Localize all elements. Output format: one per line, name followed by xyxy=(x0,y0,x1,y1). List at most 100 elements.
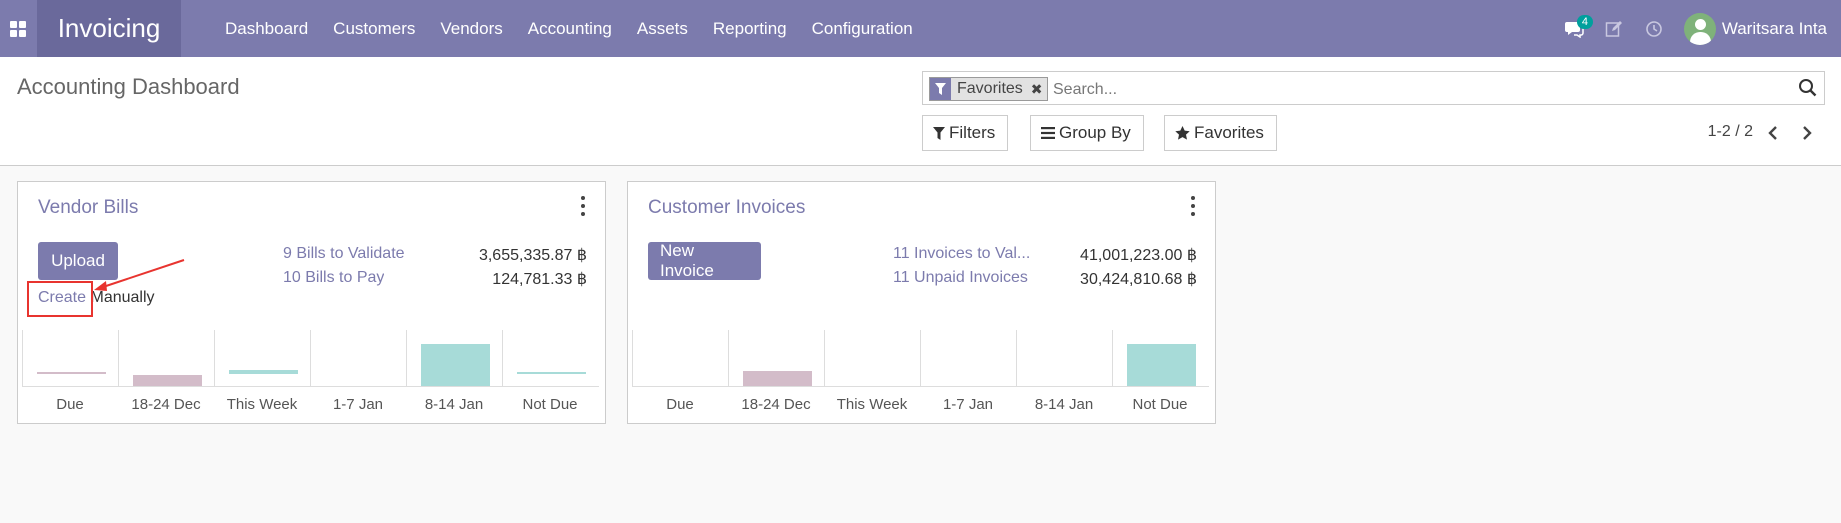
top-navbar: Invoicing Dashboard Customers Vendors Ac… xyxy=(0,0,1841,57)
chart-tick-label: This Week xyxy=(836,396,908,413)
chart-column[interactable]: 8-14 Jan xyxy=(406,330,502,420)
chart-column[interactable]: 8-14 Jan xyxy=(1016,330,1112,420)
chart-column[interactable]: Due xyxy=(632,330,728,420)
search-facet: Favorites ✖ xyxy=(929,77,1048,101)
filters-label: Filters xyxy=(949,123,996,142)
messages-count-badge: 4 xyxy=(1576,15,1593,29)
vendor-bills-card: Vendor Bills Upload Create Manually 9 Bi… xyxy=(17,181,606,424)
card-menu-icon[interactable] xyxy=(579,196,587,216)
customer-invoices-card: Customer Invoices New Invoice 11 Invoice… xyxy=(627,181,1216,424)
chart-tick-label: 18-24 Dec xyxy=(741,396,811,413)
card-title[interactable]: Customer Invoices xyxy=(648,197,805,219)
annotation-arrow xyxy=(94,259,185,291)
unpaid-invoices-amount: 30,424,810.68 ฿ xyxy=(1080,271,1197,288)
filter-icon xyxy=(930,78,951,100)
search-bar: Favorites ✖ xyxy=(922,71,1825,105)
clock-icon[interactable] xyxy=(1634,0,1674,57)
bills-to-validate-link[interactable]: 9 Bills to Validate xyxy=(283,245,405,263)
menu-item-reporting[interactable]: Reporting xyxy=(713,19,787,39)
card-menu-icon[interactable] xyxy=(1189,196,1197,216)
chart-bar[interactable] xyxy=(37,372,106,374)
chart-column[interactable]: 18-24 Dec xyxy=(118,330,214,420)
filters-button[interactable]: Filters xyxy=(922,115,1009,151)
chart-column[interactable]: Not Due xyxy=(1112,330,1208,420)
chart-gridline xyxy=(22,330,23,386)
menu-item-configuration[interactable]: Configuration xyxy=(812,19,913,39)
chart-tick-label: Not Due xyxy=(522,396,578,413)
facet-label: Favorites xyxy=(957,80,1023,97)
card-title[interactable]: Vendor Bills xyxy=(38,197,138,219)
chart-column[interactable]: 1-7 Jan xyxy=(310,330,406,420)
apps-menu-icon[interactable] xyxy=(0,0,36,57)
favorites-button[interactable]: Favorites xyxy=(1164,115,1277,151)
chart-column[interactable]: This Week xyxy=(824,330,920,420)
chart-bar[interactable] xyxy=(229,370,298,374)
group-by-button[interactable]: Group By xyxy=(1030,115,1144,151)
chart-bar[interactable] xyxy=(421,344,490,386)
app-brand[interactable]: Invoicing xyxy=(37,0,181,57)
bills-to-validate-amount: 3,655,335.87 ฿ xyxy=(478,247,587,264)
chart-gridline xyxy=(406,330,407,386)
chart-gridline xyxy=(824,330,825,386)
main-menu: Dashboard Customers Vendors Accounting A… xyxy=(225,0,938,57)
chart-tick-label: 1-7 Jan xyxy=(332,396,384,413)
chart-tick-label: Due xyxy=(666,396,694,413)
chart-bar[interactable] xyxy=(743,371,812,386)
pager-previous-icon[interactable] xyxy=(1761,121,1785,145)
pager-value[interactable]: 1-2 / 2 xyxy=(1708,123,1753,141)
menu-item-customers[interactable]: Customers xyxy=(333,19,415,39)
list-icon xyxy=(1041,127,1055,139)
chart-column[interactable]: 18-24 Dec xyxy=(728,330,824,420)
search-icon[interactable] xyxy=(1798,78,1820,100)
bills-to-pay-link[interactable]: 10 Bills to Pay xyxy=(283,269,384,287)
chart-gridline xyxy=(502,330,503,386)
page-title: Accounting Dashboard xyxy=(17,74,240,99)
unpaid-invoices-link[interactable]: 11 Unpaid Invoices xyxy=(893,269,1028,287)
chart-tick-label: This Week xyxy=(226,396,298,413)
chart-gridline xyxy=(1016,330,1017,386)
chart-tick-label: 1-7 Jan xyxy=(942,396,994,413)
user-menu[interactable]: Waritsara Inta xyxy=(1674,12,1841,45)
chart-bar[interactable] xyxy=(1127,344,1196,386)
menu-item-assets[interactable]: Assets xyxy=(637,19,688,39)
new-invoice-button[interactable]: New Invoice xyxy=(648,241,761,280)
chart-gridline xyxy=(920,330,921,386)
chart-tick-label: Due xyxy=(56,396,84,413)
chart-column[interactable]: This Week xyxy=(214,330,310,420)
group-by-label: Group By xyxy=(1059,123,1131,142)
invoices-to-validate-link[interactable]: 11 Invoices to Val... xyxy=(893,245,1038,263)
activity-edit-icon[interactable] xyxy=(1594,0,1634,57)
chart-gridline xyxy=(1112,330,1113,386)
chat-icon[interactable]: 4 xyxy=(1554,0,1594,57)
chart-tick-label: Not Due xyxy=(1132,396,1188,413)
vendor-bills-chart[interactable]: Due 18-24 Dec This Week 1-7 Jan 8-14 Jan Not … xyxy=(20,330,603,420)
chart-gridline xyxy=(310,330,311,386)
menu-item-accounting[interactable]: Accounting xyxy=(528,19,612,39)
menu-item-dashboard[interactable]: Dashboard xyxy=(225,19,308,39)
chart-bar[interactable] xyxy=(517,372,586,374)
chart-tick-label: 8-14 Jan xyxy=(1034,396,1094,413)
systray: 4 Waritsara Inta xyxy=(1554,0,1841,57)
user-name: Waritsara Inta xyxy=(1721,18,1827,38)
control-panel: Accounting Dashboard Favorites ✖ Filters… xyxy=(0,57,1841,166)
annotation-highlight-box xyxy=(27,281,93,317)
star-icon xyxy=(1175,126,1190,140)
facet-remove-icon[interactable]: ✖ xyxy=(1027,78,1047,100)
avatar xyxy=(1683,12,1716,45)
favorites-label: Favorites xyxy=(1194,123,1264,142)
chart-gridline xyxy=(728,330,729,386)
chart-column[interactable]: Not Due xyxy=(502,330,598,420)
bills-to-pay-amount: 124,781.33 ฿ xyxy=(492,271,587,288)
customer-invoices-chart[interactable]: Due 18-24 Dec This Week 1-7 Jan 8-14 Jan Not … xyxy=(630,330,1213,420)
chart-bar[interactable] xyxy=(133,375,202,386)
chart-gridline xyxy=(214,330,215,386)
chart-tick-label: 8-14 Jan xyxy=(424,396,484,413)
filter-icon xyxy=(933,126,945,140)
search-input[interactable] xyxy=(1051,77,1705,103)
chart-gridline xyxy=(632,330,633,386)
menu-item-vendors[interactable]: Vendors xyxy=(440,19,502,39)
chart-column[interactable]: 1-7 Jan xyxy=(920,330,1016,420)
pager-next-icon[interactable] xyxy=(1795,121,1819,145)
chart-column[interactable]: Due xyxy=(22,330,118,420)
invoices-to-validate-amount: 41,001,223.00 ฿ xyxy=(1080,247,1197,264)
